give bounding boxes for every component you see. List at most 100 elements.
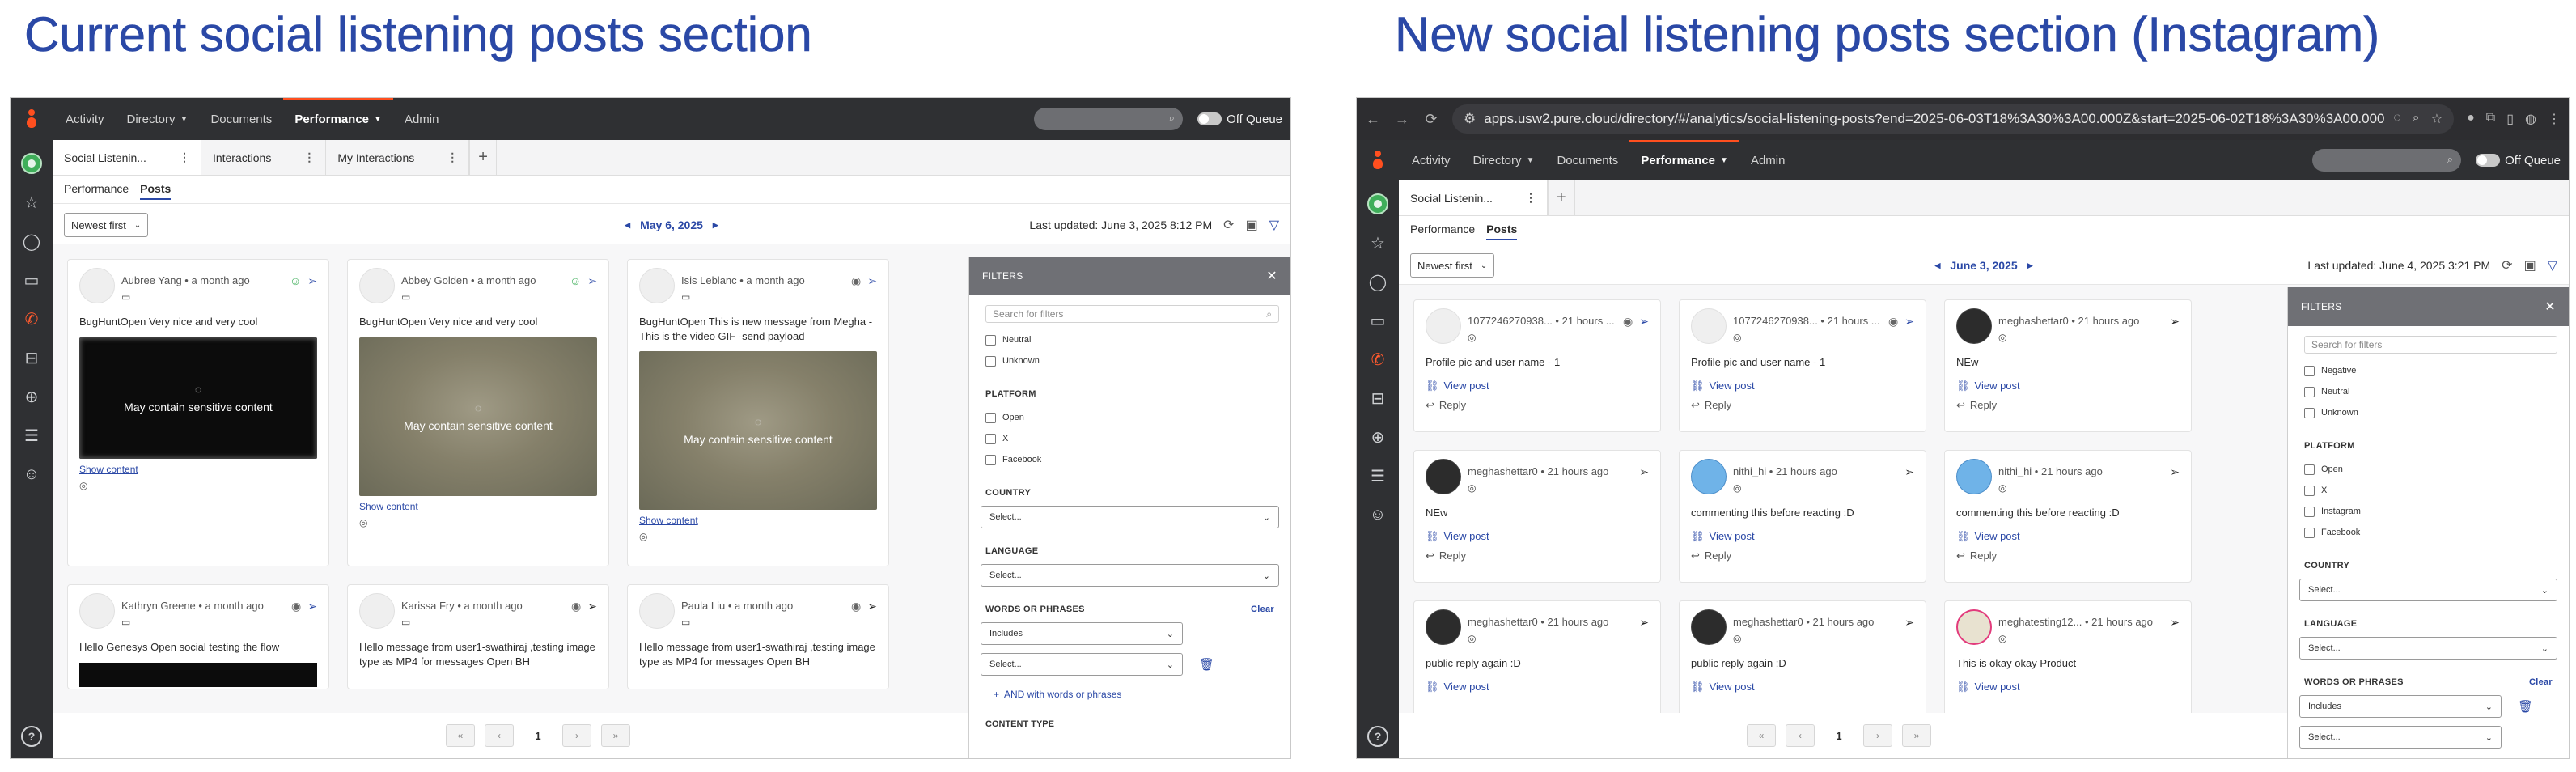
support-icon[interactable]: ⊕ xyxy=(21,386,42,407)
send-icon[interactable]: ➢ xyxy=(1639,465,1649,479)
view-post-link[interactable]: ⛓ View post xyxy=(1956,530,2180,543)
refresh-icon[interactable]: ⟳ xyxy=(1223,217,1234,233)
site-settings-icon[interactable]: ⚙ xyxy=(1464,111,1476,127)
nav-admin[interactable]: Admin xyxy=(1739,140,1797,180)
current-page[interactable]: 1 xyxy=(1824,724,1854,747)
sidebar-icon[interactable]: ▯ xyxy=(2506,111,2514,127)
phone-off-icon[interactable]: ✆ xyxy=(1367,349,1388,370)
extension-icon[interactable]: ● xyxy=(2467,111,2475,127)
more-icon[interactable]: ⋮ xyxy=(1525,191,1536,205)
send-icon[interactable]: ➢ xyxy=(867,274,877,288)
checkbox[interactable] xyxy=(985,454,996,465)
current-page[interactable]: 1 xyxy=(523,724,553,747)
reply-button[interactable]: ↩ Reply xyxy=(1956,549,2180,562)
checkbox[interactable] xyxy=(985,412,996,423)
includes-select[interactable]: Includes ⌄ xyxy=(2299,695,2502,718)
post-card[interactable]: meghashettar0 • 21 hours ago ◎ ➢ public rep… xyxy=(1679,600,1926,713)
people-icon[interactable]: ☺ xyxy=(21,464,42,485)
words-select[interactable]: Select... ⌄ xyxy=(981,653,1183,676)
global-search[interactable]: ⌕ xyxy=(2312,149,2462,172)
toggle-switch[interactable] xyxy=(1197,112,1222,125)
chat-icon[interactable]: ◯ xyxy=(1367,271,1388,292)
next-page-button[interactable]: › xyxy=(562,724,591,747)
post-card[interactable]: meghashettar0 • 21 hours ago ◎ ➢ NEw ⛓ View p… xyxy=(1944,299,2192,432)
nav-documents[interactable]: Documents xyxy=(1545,140,1629,180)
genesys-logo[interactable] xyxy=(1357,151,1400,170)
includes-select[interactable]: Includes ⌄ xyxy=(981,622,1183,645)
list-icon[interactable]: ☰ xyxy=(1367,465,1388,486)
refresh-icon[interactable]: ⟳ xyxy=(2502,257,2512,274)
add-words-link[interactable]: + AND with words or phrases xyxy=(994,689,1266,700)
view-post-link[interactable]: ⛓ View post xyxy=(1691,681,1914,694)
post-card[interactable]: nithi_hi • 21 hours ago ◎ ➢ commenting this… xyxy=(1679,450,1926,583)
clear-button[interactable]: Clear xyxy=(1251,604,1274,614)
filter-icon[interactable]: ▽ xyxy=(2548,257,2557,274)
clear-button[interactable]: Clear xyxy=(2529,677,2553,687)
nav-performance[interactable]: Performance ▼ xyxy=(283,98,393,140)
star-icon[interactable]: ☆ xyxy=(1367,232,1388,253)
video-icon[interactable]: ▭ xyxy=(21,269,42,291)
send-icon[interactable]: ➢ xyxy=(867,600,877,613)
reply-button[interactable]: ↩ Reply xyxy=(1691,549,1914,562)
phone-off-icon[interactable]: ✆ xyxy=(21,308,42,329)
reply-button[interactable]: ↩ Reply xyxy=(1426,549,1649,562)
nav-activity[interactable]: Activity xyxy=(54,98,116,140)
filter-option-neutral[interactable]: Neutral xyxy=(985,329,1274,350)
checkbox[interactable] xyxy=(985,334,996,346)
send-icon[interactable]: ➢ xyxy=(1904,465,1914,479)
star-icon[interactable]: ☆ xyxy=(21,192,42,213)
tab-my-interactions[interactable]: My Interactions ⋮ xyxy=(326,140,470,175)
filter-icon[interactable]: ▽ xyxy=(1269,217,1279,233)
post-card[interactable]: Isis Leblanc • a month ago ▭ ◉ ➢ BugHuntOp… xyxy=(627,259,889,566)
last-page-button[interactable]: » xyxy=(1902,724,1931,747)
view-post-link[interactable]: ⛓ View post xyxy=(1691,530,1914,543)
url-text[interactable]: apps.usw2.pure.cloud/directory/#/analyti… xyxy=(1484,111,2385,127)
first-page-button[interactable]: « xyxy=(446,724,475,747)
next-date-icon[interactable]: ▶ xyxy=(713,221,718,230)
post-card[interactable]: 1077246270938... • 21 hours ... ◎ ◉ ➢ Profil… xyxy=(1679,299,1926,432)
tab-social-listening[interactable]: Social Listenin... ⋮ xyxy=(1399,180,1548,215)
view-post-link[interactable]: ⛓ View post xyxy=(1426,681,1649,694)
next-page-button[interactable]: › xyxy=(1863,724,1892,747)
queue-toggle[interactable]: Off Queue xyxy=(1197,112,1282,126)
prev-date-icon[interactable]: ◀ xyxy=(625,221,630,230)
show-content-link[interactable]: Show content xyxy=(79,464,317,475)
show-content-link[interactable]: Show content xyxy=(639,515,877,526)
post-card[interactable]: 1077246270938... • 21 hours ... ◎ ◉ ➢ Profil… xyxy=(1413,299,1661,432)
checkbox[interactable] xyxy=(2304,527,2315,538)
save-icon[interactable]: ▣ xyxy=(2524,257,2536,274)
trash-icon[interactable]: 🗑 xyxy=(1199,657,1214,672)
send-icon[interactable]: ➢ xyxy=(587,274,597,288)
filter-option-facebook[interactable]: Facebook xyxy=(985,449,1274,470)
reply-button[interactable]: ↩ Reply xyxy=(1956,399,2180,412)
view-post-link[interactable]: ⛓ View post xyxy=(1426,380,1649,392)
nav-admin[interactable]: Admin xyxy=(393,98,451,140)
prev-date-icon[interactable]: ◀ xyxy=(1934,261,1940,270)
send-icon[interactable]: ➢ xyxy=(2170,616,2180,630)
checkbox[interactable] xyxy=(2304,464,2315,475)
current-date[interactable]: May 6, 2025 xyxy=(640,218,703,231)
post-card[interactable]: Aubree Yang • a month ago ▭ ☺ ➢ BugHuntOpe… xyxy=(67,259,329,566)
filter-option-open[interactable]: Open xyxy=(2304,459,2553,480)
subtab-posts[interactable]: Posts xyxy=(1486,223,1518,240)
prev-page-button[interactable]: ‹ xyxy=(1786,724,1815,747)
checkbox[interactable] xyxy=(2304,365,2315,376)
filter-option-facebook[interactable]: Facebook xyxy=(2304,522,2553,543)
checkbox[interactable] xyxy=(2304,506,2315,517)
send-icon[interactable]: ➢ xyxy=(2170,465,2180,479)
subtab-performance[interactable]: Performance xyxy=(1410,223,1475,240)
help-icon[interactable]: ? xyxy=(21,726,42,747)
send-icon[interactable]: ➢ xyxy=(1639,315,1649,329)
language-select[interactable]: Select... ⌄ xyxy=(2299,637,2557,660)
more-icon[interactable]: ⋮ xyxy=(447,151,458,164)
user-avatar-icon[interactable] xyxy=(21,153,42,174)
more-icon[interactable]: ⋮ xyxy=(179,151,190,164)
nav-performance[interactable]: Performance ▼ xyxy=(1629,140,1739,180)
nav-directory[interactable]: Directory ▼ xyxy=(1462,140,1546,180)
post-card[interactable]: meghashettar0 • 21 hours ago ◎ ➢ public rep… xyxy=(1413,600,1661,713)
close-icon[interactable]: ✕ xyxy=(1266,268,1277,284)
current-date[interactable]: June 3, 2025 xyxy=(1950,259,2017,272)
checkbox[interactable] xyxy=(985,355,996,367)
sort-dropdown[interactable]: Newest first ⌄ xyxy=(64,213,149,237)
first-page-button[interactable]: « xyxy=(1747,724,1776,747)
